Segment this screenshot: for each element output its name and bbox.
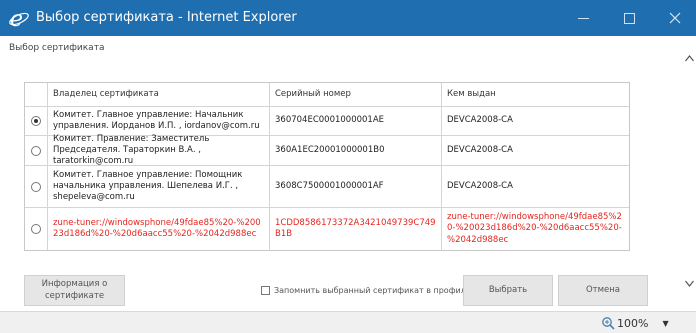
owner-cell: Комитет. Правление: Заместитель Председа… (47, 134, 269, 166)
remember-label: Запомнить выбранный сертификат в профиле (274, 286, 471, 295)
column-header-serial: Серийный номер (269, 83, 441, 106)
zoom-level: 100% (617, 316, 649, 330)
close-icon (669, 12, 681, 24)
table-header: Владелец сертификата Серийный номер Кем … (25, 83, 629, 106)
cancel-button[interactable]: Отмена (558, 275, 648, 306)
table-row[interactable]: Комитет. Главное управление: Помощник на… (25, 165, 629, 207)
column-header-owner: Владелец сертификата (47, 83, 269, 106)
issuer-cell: DEVCA2008-CA (441, 107, 629, 135)
serial-cell: 360704EC0001000001AE (269, 107, 441, 135)
issuer-cell: DEVCA2008-CA (441, 166, 629, 207)
owner-cell: Комитет. Главное управление: Помощник на… (47, 166, 269, 207)
serial-cell: 1CDD8586173372A3421049739C749B1B (269, 208, 441, 250)
title-bar: e Выбор сертификата - Internet Explorer (0, 0, 696, 36)
vertical-scrollbar[interactable] (682, 36, 696, 300)
remember-certificate-option[interactable]: Запомнить выбранный сертификат в профиле (261, 286, 471, 295)
serial-cell: 3608C7500001000001AF (269, 166, 441, 207)
scroll-down-icon[interactable] (685, 280, 694, 287)
status-bar: 100% ▼ (0, 311, 696, 333)
scroll-up-icon[interactable] (685, 55, 694, 62)
issuer-cell: DEVCA2008-CA (441, 136, 629, 165)
certificate-radio[interactable] (31, 145, 41, 156)
zoom-control[interactable]: 100% ▼ (601, 316, 669, 330)
minimize-icon (577, 17, 589, 19)
maximize-icon (623, 12, 635, 24)
issuer-cell: zune-tuner://windowsphone/49fdae85%20-%2… (441, 208, 629, 250)
owner-cell: Комитет. Главное управление: Начальник у… (47, 107, 269, 135)
certificate-table: Владелец сертификата Серийный номер Кем … (24, 82, 630, 251)
minimize-button[interactable] (560, 0, 606, 36)
choose-button[interactable]: Выбрать (463, 275, 553, 306)
certificate-info-button[interactable]: Информация о сертификате (24, 275, 125, 306)
certificate-radio[interactable] (31, 224, 41, 234)
maximize-button[interactable] (606, 0, 652, 36)
table-row[interactable]: Комитет. Главное управление: Начальник у… (25, 106, 629, 135)
close-button[interactable] (652, 0, 696, 36)
zoom-dropdown-icon[interactable]: ▼ (662, 319, 668, 328)
remember-checkbox[interactable] (261, 286, 270, 295)
serial-cell: 360A1EC20001000001B0 (269, 136, 441, 165)
certificate-radio-selected[interactable] (31, 116, 41, 126)
zoom-icon (602, 317, 615, 330)
owner-cell: zune-tuner://windowsphone/49fdae85%20-%2… (47, 208, 269, 250)
table-row[interactable]: zune-tuner://windowsphone/49fdae85%20-%2… (25, 207, 629, 250)
certificate-radio[interactable] (31, 181, 41, 192)
column-header-issuer: Кем выдан (441, 83, 629, 106)
window-title: Выбор сертификата - Internet Explorer (36, 10, 297, 25)
dialog-subtitle: Выбор сертификата (9, 43, 105, 53)
table-row[interactable]: Комитет. Правление: Заместитель Председа… (25, 134, 629, 166)
internet-explorer-icon: e (9, 7, 29, 30)
